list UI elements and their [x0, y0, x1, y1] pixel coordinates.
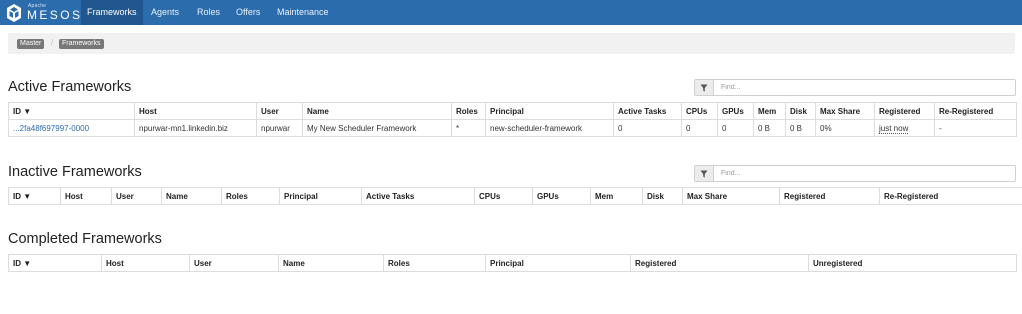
- cell-principal: new-scheduler-framework: [485, 119, 614, 137]
- col-active-tasks[interactable]: Active Tasks: [613, 102, 682, 120]
- completed-frameworks-title: Completed Frameworks: [8, 231, 162, 247]
- cell-max-share: 0%: [815, 119, 875, 137]
- cell-mem: 0 B: [753, 119, 786, 137]
- active-frameworks-title: Active Frameworks: [8, 79, 132, 95]
- nav-agents[interactable]: Agents: [145, 0, 185, 25]
- breadcrumb-separator: /: [51, 38, 54, 47]
- cell-user: npurwar: [256, 119, 303, 137]
- col-host[interactable]: Host: [101, 254, 190, 272]
- cell-reregistered: -: [934, 119, 1017, 137]
- col-name[interactable]: Name: [302, 102, 452, 120]
- brand[interactable]: Apache MESOS: [6, 2, 80, 23]
- col-registered[interactable]: Registered: [874, 102, 935, 120]
- col-principal[interactable]: Principal: [279, 187, 362, 205]
- cell-registered: just now: [874, 119, 935, 137]
- filter-icon: [695, 80, 714, 95]
- breadcrumb-frameworks[interactable]: Frameworks: [59, 39, 104, 49]
- table-header-row: ID ▼ Host User Name Roles Principal Acti…: [8, 102, 1017, 120]
- nav-maintenance[interactable]: Maintenance: [271, 0, 335, 25]
- col-roles[interactable]: Roles: [221, 187, 280, 205]
- col-principal[interactable]: Principal: [485, 102, 614, 120]
- breadcrumb: Master / Frameworks: [8, 33, 1015, 54]
- inactive-filter-input[interactable]: [715, 166, 1015, 181]
- col-cpus[interactable]: CPUs: [474, 187, 533, 205]
- completed-frameworks-table: ID ▼ Host User Name Roles Principal Regi…: [8, 254, 1017, 272]
- active-filter-input[interactable]: [715, 80, 1015, 95]
- col-registered[interactable]: Registered: [779, 187, 880, 205]
- col-name[interactable]: Name: [161, 187, 222, 205]
- active-frameworks-table: ID ▼ Host User Name Roles Principal Acti…: [8, 102, 1017, 137]
- col-cpus[interactable]: CPUs: [681, 102, 718, 120]
- filter-icon: [695, 166, 714, 181]
- mesos-logo-icon: [6, 3, 22, 23]
- brand-name: MESOS: [27, 8, 83, 22]
- table-header-row: ID ▼ Host User Name Roles Principal Regi…: [8, 254, 1017, 272]
- nav-frameworks[interactable]: Frameworks: [81, 0, 143, 25]
- col-reregistered[interactable]: Re-Registered: [934, 102, 1017, 120]
- breadcrumb-master[interactable]: Master: [17, 39, 45, 49]
- col-registered[interactable]: Registered: [630, 254, 809, 272]
- cell-host: npurwar-mn1.linkedin.biz: [134, 119, 257, 137]
- table-header-row: ID ▼ Host User Name Roles Principal Acti…: [8, 187, 1022, 205]
- col-roles[interactable]: Roles: [383, 254, 486, 272]
- col-reregistered[interactable]: Re-Registered: [879, 187, 1022, 205]
- col-host[interactable]: Host: [60, 187, 112, 205]
- col-active-tasks[interactable]: Active Tasks: [361, 187, 475, 205]
- cell-cpus: 0: [681, 119, 718, 137]
- col-user[interactable]: User: [189, 254, 279, 272]
- cell-disk: 0 B: [785, 119, 816, 137]
- col-id[interactable]: ID ▼: [8, 254, 102, 272]
- col-id[interactable]: ID ▼: [8, 187, 61, 205]
- cell-active-tasks: 0: [613, 119, 682, 137]
- top-navbar: Apache MESOS Frameworks Agents Roles Off…: [0, 0, 1022, 25]
- col-disk[interactable]: Disk: [785, 102, 816, 120]
- nav-offers[interactable]: Offers: [230, 0, 266, 25]
- cell-name: My New Scheduler Framework: [302, 119, 452, 137]
- cell-roles: *: [451, 119, 486, 137]
- cell-id: ...2fa48f697997-0000: [8, 119, 135, 137]
- inactive-frameworks-table: ID ▼ Host User Name Roles Principal Acti…: [8, 187, 1022, 205]
- col-unregistered[interactable]: Unregistered: [808, 254, 1017, 272]
- cell-gpus: 0: [717, 119, 754, 137]
- col-gpus[interactable]: GPUs: [532, 187, 591, 205]
- col-disk[interactable]: Disk: [642, 187, 683, 205]
- inactive-frameworks-title: Inactive Frameworks: [8, 164, 142, 180]
- registered-time: just now: [879, 123, 909, 134]
- col-gpus[interactable]: GPUs: [717, 102, 754, 120]
- col-user[interactable]: User: [256, 102, 303, 120]
- active-filter: [694, 79, 1016, 96]
- col-max-share[interactable]: Max Share: [815, 102, 875, 120]
- col-host[interactable]: Host: [134, 102, 257, 120]
- col-name[interactable]: Name: [278, 254, 384, 272]
- col-principal[interactable]: Principal: [485, 254, 631, 272]
- col-user[interactable]: User: [111, 187, 162, 205]
- col-max-share[interactable]: Max Share: [682, 187, 780, 205]
- inactive-filter: [694, 165, 1016, 182]
- table-row: ...2fa48f697997-0000 npurwar-mn1.linkedi…: [8, 119, 1017, 137]
- nav-roles[interactable]: Roles: [191, 0, 226, 25]
- col-mem[interactable]: Mem: [590, 187, 643, 205]
- col-mem[interactable]: Mem: [753, 102, 786, 120]
- col-id[interactable]: ID ▼: [8, 102, 135, 120]
- col-roles[interactable]: Roles: [451, 102, 486, 120]
- framework-id-link[interactable]: ...2fa48f697997-0000: [13, 124, 89, 133]
